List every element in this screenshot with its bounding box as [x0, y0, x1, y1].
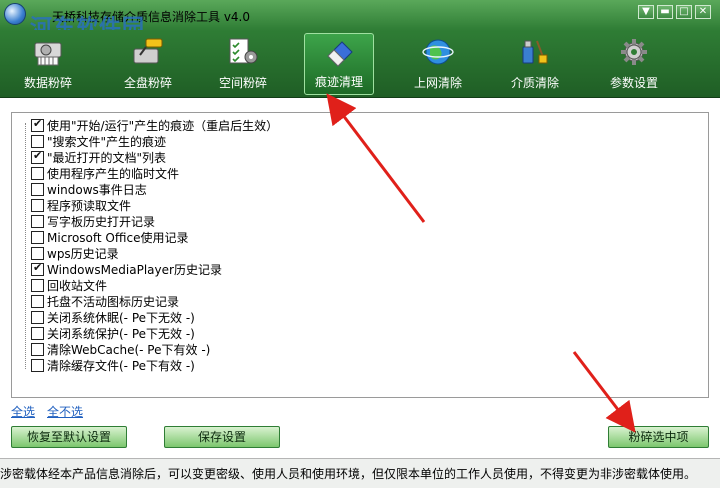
- item-label: wps历史记录: [47, 247, 119, 261]
- tool-full-disk-shred[interactable]: 全盘粉碎: [106, 33, 190, 95]
- checkbox[interactable]: [31, 231, 44, 244]
- item-label: "搜索文件"产生的痕迹: [47, 135, 167, 149]
- item-label: Microsoft Office使用记录: [47, 231, 189, 245]
- globe-icon: [422, 39, 454, 65]
- checkbox[interactable]: [31, 199, 44, 212]
- gear-icon: [621, 39, 647, 65]
- checkbox[interactable]: [31, 247, 44, 260]
- save-settings-button[interactable]: 保存设置: [164, 426, 280, 448]
- close-button[interactable]: ✕: [695, 5, 711, 19]
- checkbox[interactable]: [31, 135, 44, 148]
- item-label: 程序预读取文件: [47, 199, 132, 213]
- usb-brush-icon: [522, 40, 548, 64]
- disk-drill-icon: [133, 38, 163, 64]
- item-label: 写字板历史打开记录: [47, 215, 156, 229]
- checkbox[interactable]: [31, 327, 44, 340]
- checkbox[interactable]: [31, 311, 44, 324]
- maximize-button[interactable]: □: [676, 5, 692, 19]
- restore-defaults-button[interactable]: 恢复至默认设置: [11, 426, 127, 448]
- tree-connector-line: [25, 123, 26, 369]
- hard-disk-shredder-icon: [34, 42, 62, 66]
- checkbox[interactable]: [31, 295, 44, 308]
- checkbox[interactable]: [31, 167, 44, 180]
- title-bar: 天桥科技存储介质信息消除工具 v4.0 河东软件园 ▼ ▬ □ ✕: [0, 0, 720, 41]
- eraser-icon: [327, 41, 353, 67]
- item-label: 清除缓存文件(- Pe下有效 -): [47, 359, 195, 373]
- app-logo-icon: [4, 3, 26, 25]
- tool-label: 参数设置: [609, 76, 658, 90]
- tool-label: 介质清除: [510, 76, 559, 90]
- tool-label: 痕迹清理: [314, 75, 363, 89]
- checkbox[interactable]: [31, 215, 44, 228]
- tool-label: 空间粉碎: [218, 76, 267, 90]
- item-label: windows事件日志: [47, 183, 147, 197]
- checkbox[interactable]: [31, 279, 44, 292]
- tool-label: 全盘粉碎: [123, 76, 172, 90]
- select-none-link[interactable]: 全不选: [47, 403, 83, 420]
- checkbox[interactable]: [31, 359, 44, 372]
- select-all-link[interactable]: 全选: [11, 403, 35, 420]
- item-label: WindowsMediaPlayer历史记录: [47, 263, 222, 277]
- checkbox[interactable]: [31, 343, 44, 356]
- tool-web-clean[interactable]: 上网清除: [396, 33, 480, 95]
- tool-space-shred[interactable]: 空间粉碎: [201, 33, 285, 95]
- minimize-button[interactable]: ▬: [657, 5, 673, 19]
- tool-data-shred[interactable]: 数据粉碎: [6, 33, 90, 95]
- shred-selected-button[interactable]: 粉碎选中项: [608, 426, 709, 448]
- tool-settings[interactable]: 参数设置: [592, 33, 676, 95]
- main-toolbar: 数据粉碎 全盘粉碎 空间粉碎 痕迹清理 上网清除 介质清除 参数设置: [0, 30, 720, 98]
- item-label: 使用程序产生的临时文件: [47, 167, 180, 181]
- item-label: 关闭系统保护(- Pe下无效 -): [47, 327, 195, 341]
- tool-media-clean[interactable]: 介质清除: [493, 33, 577, 95]
- item-label: 清除WebCache(- Pe下有效 -): [47, 343, 211, 357]
- item-label: 托盘不活动图标历史记录: [47, 295, 180, 309]
- checkbox[interactable]: [31, 149, 44, 164]
- item-label: 关闭系统休眠(- Pe下无效 -): [47, 311, 195, 325]
- status-bar: 涉密载体经本产品信息消除后，可以变更密级、使用人员和使用环境，但仅限本单位的工作…: [0, 458, 720, 488]
- checkbox[interactable]: [31, 261, 44, 276]
- checkbox[interactable]: [31, 183, 44, 196]
- tool-label: 数据粉碎: [23, 76, 72, 90]
- tool-label: 上网清除: [413, 76, 462, 90]
- checklist-gear-icon: [229, 38, 258, 64]
- item-label: "最近打开的文档"列表: [47, 151, 167, 165]
- item-label: 回收站文件: [47, 279, 108, 293]
- status-text: 涉密载体经本产品信息消除后，可以变更密级、使用人员和使用环境，但仅限本单位的工作…: [0, 467, 697, 481]
- checkbox[interactable]: [31, 117, 44, 132]
- item-label: 使用"开始/运行"产生的痕迹（重启后生效）: [47, 119, 279, 133]
- window-menu-button[interactable]: ▼: [638, 5, 654, 19]
- trace-items-panel: 使用"开始/运行"产生的痕迹（重启后生效） "搜索文件"产生的痕迹 "最近打开的…: [11, 112, 709, 398]
- tool-trace-clean[interactable]: 痕迹清理: [304, 33, 374, 95]
